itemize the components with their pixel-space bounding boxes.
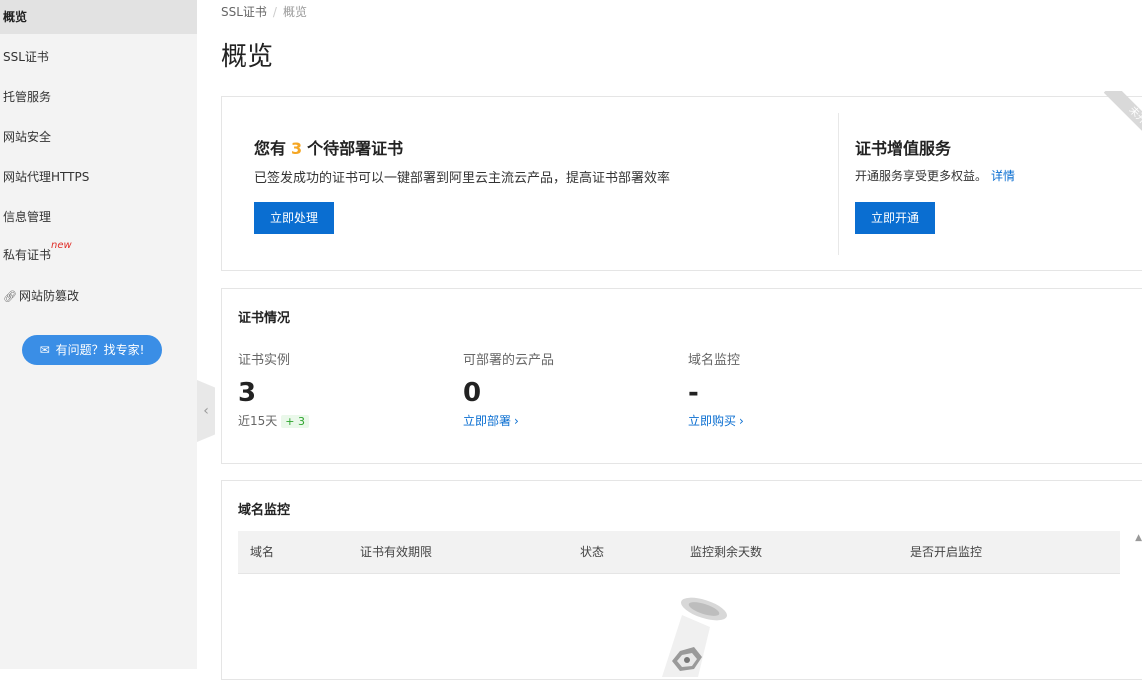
breadcrumb: SSL证书 / 概览	[221, 3, 307, 20]
open-now-button[interactable]: 立即开通	[855, 202, 935, 234]
new-badge: new	[51, 240, 72, 251]
value-added-text: 开通服务享受更多权益。	[855, 169, 988, 183]
sidebar-item-website-security[interactable]: 网站安全	[0, 120, 197, 154]
value-added-title: 证书增值服务	[855, 139, 952, 158]
sidebar-item-info-management[interactable]: 信息管理	[0, 200, 197, 234]
stat-value: -	[688, 378, 699, 408]
expert-icon: ✉	[39, 343, 50, 357]
sidebar-item-label: 网站安全	[3, 130, 52, 144]
sidebar-item-label: 网站代理HTTPS	[3, 170, 90, 184]
sidebar-item-label: 网站防篡改	[19, 289, 80, 303]
sidebar-item-label: 私有证书	[3, 248, 52, 262]
column-header: 是否开启监控	[910, 545, 983, 559]
stat-value[interactable]: 3	[238, 378, 309, 408]
breadcrumb-current: 概览	[282, 5, 307, 19]
stat-sub: 近15天 + 3	[238, 412, 309, 429]
breadcrumb-root[interactable]: SSL证书	[221, 5, 267, 19]
page-title: 概览	[221, 42, 274, 72]
sidebar-item-private-cert[interactable]: 私有证书 new	[0, 238, 197, 272]
scroll-up-icon[interactable]: ▲	[1135, 533, 1142, 543]
chevron-left-icon: ‹	[203, 403, 209, 419]
details-link[interactable]: 详情	[991, 169, 1015, 183]
column-header: 证书有效期限	[360, 545, 433, 559]
ribbon-label: 未开	[1103, 91, 1142, 150]
section-title: 证书情况	[238, 311, 291, 326]
chevron-right-icon: ›	[739, 414, 744, 428]
sidebar-item-overview[interactable]: 概览	[0, 0, 197, 34]
status-ribbon: 未开	[1099, 91, 1142, 151]
handle-now-button[interactable]: 立即处理	[254, 202, 334, 234]
section-title: 域名监控	[238, 503, 291, 518]
stat-deployable-products: 可部署的云产品 0 立即部署 ›	[463, 349, 554, 429]
sidebar: 概览 SSL证书 托管服务 网站安全 网站代理HTTPS 信息管理 私有证书 n…	[0, 0, 197, 669]
buy-now-label: 立即购买	[688, 414, 737, 428]
stat-value: 0	[463, 378, 482, 408]
stat-period: 近15天	[238, 414, 278, 428]
stat-label: 可部署的云产品	[463, 353, 555, 368]
pending-deploy-card: 您有 3 个待部署证书 已签发成功的证书可以一键部署到阿里云主流云产品，提高证书部署…	[221, 91, 1142, 271]
sidebar-item-proxy-https[interactable]: 网站代理HTTPS	[0, 160, 197, 194]
link-icon: 🔗︎	[3, 290, 17, 303]
stat-domain-monitor: 域名监控 - 立即购买 ›	[688, 349, 744, 429]
column-header: 状态	[580, 545, 605, 559]
pending-count: 3	[291, 139, 303, 158]
ask-expert-label: 有问题？找专家!	[55, 343, 145, 357]
deploy-now-label: 立即部署	[463, 414, 512, 428]
sidebar-item-hosting[interactable]: 托管服务	[0, 80, 197, 114]
value-added-description: 开通服务享受更多权益。 详情	[855, 167, 1015, 184]
sidebar-item-ssl[interactable]: SSL证书	[0, 40, 197, 74]
sidebar-item-tamper-protection[interactable]: 🔗︎ 网站防篡改	[0, 279, 197, 313]
domain-monitor-card: 域名监控 域名 证书有效期限 状态 监控剩余天数 是否开启监控 ▲	[221, 480, 1142, 680]
pending-prefix: 您有	[254, 139, 287, 158]
pending-suffix: 个待部署证书	[307, 139, 404, 158]
breadcrumb-separator: /	[272, 5, 277, 19]
column-header: 域名	[250, 545, 275, 559]
sidebar-item-label: SSL证书	[3, 50, 49, 64]
table-header: 域名 证书有效期限 状态 监控剩余天数 是否开启监控	[238, 531, 1120, 574]
chevron-right-icon: ›	[514, 414, 519, 428]
pending-description: 已签发成功的证书可以一键部署到阿里云主流云产品，提高证书部署效率	[254, 171, 671, 186]
empty-state-icon	[662, 597, 727, 677]
sidebar-item-label: 托管服务	[3, 90, 52, 104]
column-header: 监控剩余天数	[690, 545, 763, 559]
sidebar-collapse-handle[interactable]: ‹	[197, 380, 215, 442]
buy-now-link[interactable]: 立即购买 ›	[688, 412, 744, 429]
stat-label: 域名监控	[688, 353, 741, 368]
stat-label: 证书实例	[238, 353, 291, 368]
cert-status-card: 证书情况 证书实例 3 近15天 + 3 可部署的云产品 0 立即部署 › 域名监控…	[221, 288, 1142, 464]
stat-delta-badge: + 3	[281, 415, 309, 428]
deploy-now-link[interactable]: 立即部署 ›	[463, 412, 554, 429]
ask-expert-button[interactable]: ✉ 有问题？找专家!	[22, 335, 162, 365]
stat-cert-instances: 证书实例 3 近15天 + 3	[238, 349, 309, 429]
sidebar-item-label: 概览	[3, 10, 28, 24]
sidebar-item-label: 信息管理	[3, 210, 52, 224]
pending-title: 您有 3 个待部署证书	[254, 135, 403, 159]
divider	[838, 113, 839, 255]
